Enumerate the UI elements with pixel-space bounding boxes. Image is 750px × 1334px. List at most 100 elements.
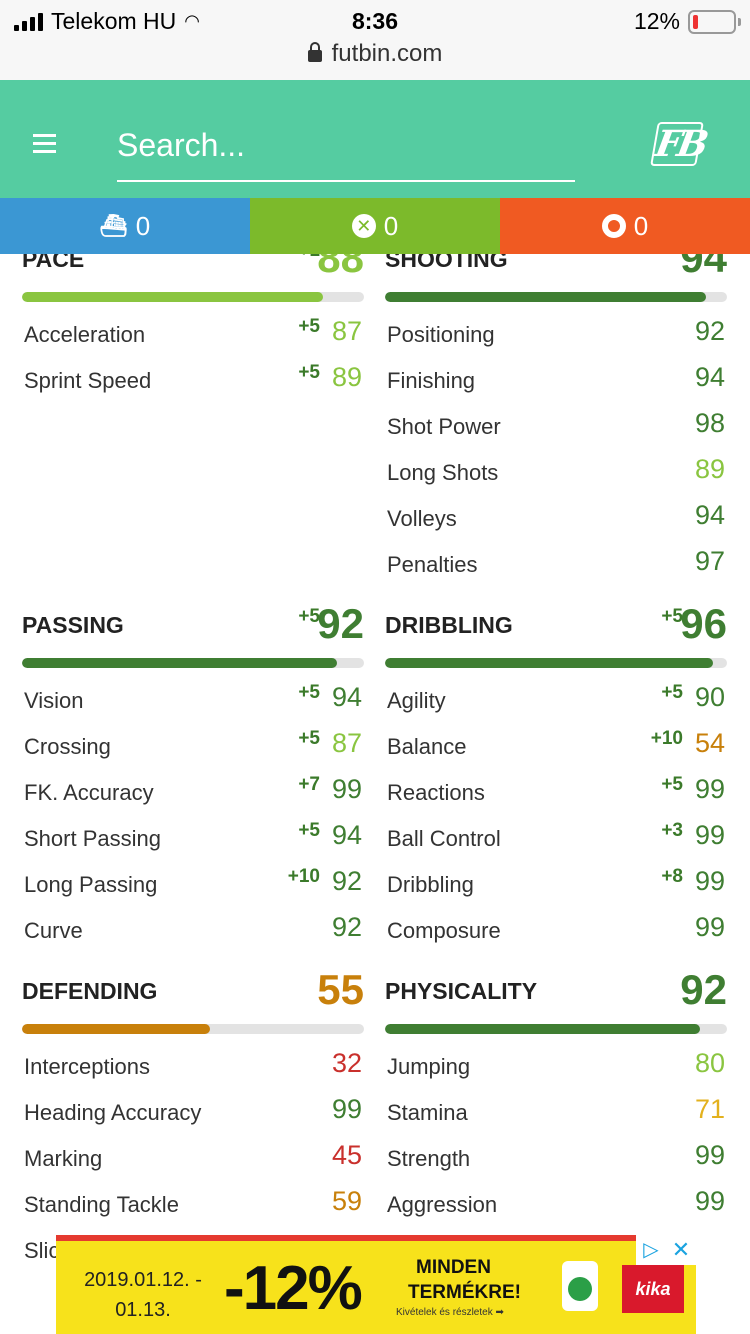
stat-row: Finishing 94 — [387, 358, 725, 404]
stat-row: Long Passing +10 92 — [24, 862, 362, 908]
stat-label: Standing Tackle — [24, 1192, 179, 1217]
stat-row: Ball Control +3 99 — [387, 816, 725, 862]
stat-row: Dribbling +8 99 — [387, 862, 725, 908]
adchoices-icon[interactable]: ▷ — [636, 1235, 666, 1265]
stat-label: Long Shots — [387, 460, 499, 485]
left-category-defending: DEFENDING 55 — [22, 966, 364, 1022]
battery-percent: 12% — [633, 8, 680, 34]
stat-row: Balance +10 54 — [387, 724, 725, 770]
stat-label: Slic — [24, 1238, 60, 1263]
stat-value: 99 — [331, 1094, 362, 1124]
stat-value: 87 — [331, 728, 362, 758]
stat-bonus: +5 — [661, 682, 683, 703]
stat-bonus: +5 — [298, 820, 320, 841]
category-name: DRIBBLING — [385, 612, 513, 638]
stat-row: FK. Accuracy +7 99 — [24, 770, 362, 816]
stat-row: Stamina 71 — [387, 1090, 725, 1136]
stat-value: 89 — [331, 362, 362, 392]
stat-value: 45 — [331, 1140, 362, 1170]
stat-bonus: +7 — [298, 774, 320, 795]
hamburger-menu-icon[interactable] — [33, 134, 56, 153]
address-bar[interactable]: futbin.com — [0, 40, 750, 68]
stat-label: Sprint Speed — [24, 368, 152, 393]
progress-fill — [22, 1024, 211, 1034]
stat-row: Short Passing +5 94 — [24, 816, 362, 862]
stat-row: Standing Tackle 59 — [24, 1182, 362, 1228]
stat-bonus: +5 — [298, 362, 320, 383]
futbin-logo[interactable]: FB — [650, 122, 708, 166]
left-category-pace: PACE+188 — [22, 254, 364, 290]
stat-row: Sprint Speed +5 89 — [24, 358, 362, 404]
stat-label: Interceptions — [24, 1054, 150, 1079]
stat-value: 99 — [331, 774, 362, 804]
stat-value: 99 — [694, 866, 725, 896]
ad-headline2: TERMÉKRE! — [408, 1282, 521, 1303]
stat-label: Curve — [24, 918, 83, 943]
stat-bonus: +5 — [661, 774, 683, 795]
stat-label: Penalties — [387, 552, 478, 577]
stat-value: 89 — [694, 454, 725, 484]
category-value: 55 — [317, 966, 364, 1013]
xbox-tab[interactable]: ✕ 0 — [250, 198, 500, 254]
stat-row: Agility +5 90 — [387, 678, 725, 724]
playstation-tab[interactable]: ⛴ 0 — [0, 198, 250, 254]
playstation-count: 0 — [135, 210, 151, 241]
stat-label: Short Passing — [24, 826, 161, 851]
stat-row: Composure 99 — [387, 908, 725, 954]
stat-row: Crossing +5 87 — [24, 724, 362, 770]
stat-value: 99 — [694, 1186, 725, 1216]
ad-banner[interactable]: 2019.01.12. - 01.13. -12% MINDEN TERMÉKR… — [56, 1235, 696, 1334]
origin-count: 0 — [633, 210, 649, 241]
right-category-shooting: SHOOTING 94 — [385, 254, 727, 290]
ad-brand-logo: kika — [622, 1265, 684, 1313]
close-icon[interactable]: ✕ — [666, 1235, 696, 1265]
stat-label: FK. Accuracy — [24, 780, 154, 805]
stat-value: 87 — [331, 316, 362, 346]
stat-label: Volleys — [387, 506, 457, 531]
stat-label: Composure — [387, 918, 501, 943]
stat-label: Jumping — [387, 1054, 471, 1079]
progress-fill — [385, 658, 714, 668]
progress-fill — [385, 1024, 700, 1034]
stat-value: 32 — [331, 1048, 362, 1078]
stat-value: 99 — [694, 774, 725, 804]
stat-row: Heading Accuracy 99 — [24, 1090, 362, 1136]
stat-label: Stamina — [387, 1100, 468, 1125]
stat-row: Vision +5 94 — [24, 678, 362, 724]
ad-date-line2: 01.13. — [115, 1299, 171, 1321]
stat-row: Acceleration +5 87 — [24, 312, 362, 358]
stat-bonus: +10 — [650, 728, 683, 749]
stat-value: 90 — [694, 682, 725, 712]
stat-row: Jumping 80 — [387, 1044, 725, 1090]
stat-bonus: +8 — [661, 866, 683, 887]
category-progress-bar — [385, 292, 727, 302]
right-category-physicality: PHYSICALITY 92 — [385, 966, 727, 1022]
category-progress-bar — [385, 1024, 727, 1034]
stat-value: 98 — [694, 408, 725, 438]
stat-label: Heading Accuracy — [24, 1100, 202, 1125]
ad-fine-print: Kivételek és részletek ➡ — [396, 1307, 504, 1318]
category-name: SHOOTING — [385, 254, 508, 272]
url-text: futbin.com — [331, 40, 443, 67]
stat-label: Positioning — [387, 322, 495, 347]
stat-row: Interceptions 32 — [24, 1044, 362, 1090]
category-progress-bar — [22, 1024, 364, 1034]
stat-label: Marking — [24, 1146, 103, 1171]
stat-row: Curve 92 — [24, 908, 362, 954]
stat-label: Dribbling — [387, 872, 474, 897]
lock-icon — [307, 42, 322, 62]
origin-tab[interactable]: 0 — [500, 198, 750, 254]
right-category-dribbling: DRIBBLING +5 96 — [385, 600, 727, 656]
stat-bonus: +5 — [298, 682, 320, 703]
category-value: 88 — [317, 254, 364, 281]
stat-value: 92 — [694, 316, 725, 346]
left-category-passing: PASSING +5 92 — [22, 600, 364, 656]
category-name: PASSING — [22, 612, 124, 638]
stat-label: Ball Control — [387, 826, 501, 851]
player-stats: PACE+188 Acceleration +5 87 Sprint Speed +5 89… — [0, 254, 750, 1334]
stat-row: Shot Power 98 — [387, 404, 725, 450]
category-name: PACE — [22, 254, 85, 272]
stat-label: Strength — [387, 1146, 471, 1171]
category-name: PHYSICALITY — [385, 978, 538, 1004]
search-input[interactable] — [117, 110, 575, 182]
